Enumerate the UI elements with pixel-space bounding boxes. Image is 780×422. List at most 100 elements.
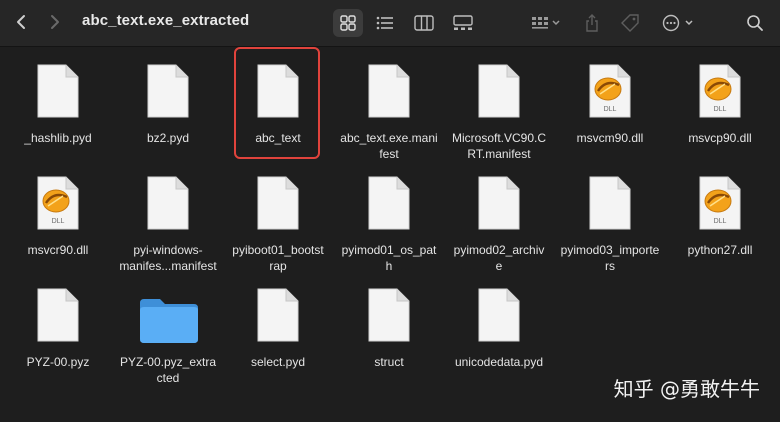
more-icon [662,14,693,32]
file-item[interactable]: PYZ-00.pyz_extra cted [112,271,224,385]
gallery-icon [453,15,473,30]
file-name-label: python27.dll [687,243,753,257]
svg-text:DLL: DLL [714,218,727,225]
action-menu-button[interactable] [661,9,697,37]
file-icon-container [248,175,308,239]
file-icon-container [138,63,198,127]
folder-icon [140,299,198,343]
toolbar: abc_text.exe_extracted [0,0,780,47]
file-name-label: PYZ-00.pyz_extra cted [119,355,217,385]
file-item[interactable]: abc_text [222,47,334,159]
grid-icon [340,15,356,31]
file-item[interactable]: struct [333,271,445,383]
file-icon-container: DLL [28,175,88,239]
share-icon [586,14,598,32]
watermark: 知乎 @勇敢牛牛 [613,377,760,401]
document-icon [368,288,410,342]
file-item[interactable]: DLL msvcm90.dll [554,47,666,159]
tag-button[interactable] [617,9,643,37]
document-icon [368,176,410,230]
file-item[interactable]: pyimod01_os_pat h [333,159,445,273]
dll-file-icon: DLL [699,64,741,118]
gallery-view-button[interactable] [448,9,478,37]
file-grid: _hashlib.pyd bz2.pyd abc_text abc_text.e… [0,47,780,422]
document-icon [257,64,299,118]
dll-file-icon: DLL [699,176,741,230]
file-item[interactable]: Microsoft.VC90.C RT.manifest [443,47,555,161]
file-icon-container [359,287,419,351]
file-item[interactable]: _hashlib.pyd [2,47,114,159]
file-item[interactable]: pyi-windows- manifes...manifest [112,159,224,273]
icon-view-button[interactable] [333,9,363,37]
finder-window: abc_text.exe_extracted _hashlib.pyd bz2.… [0,0,780,422]
file-item[interactable]: abc_text.exe.mani fest [333,47,445,161]
file-name-label: select.pyd [250,355,306,369]
file-name-label: _hashlib.pyd [24,131,92,145]
list-view-button[interactable] [370,9,400,37]
file-icon-container: DLL [580,63,640,127]
document-icon [368,64,410,118]
file-item[interactable]: select.pyd [222,271,334,383]
columns-icon [414,15,434,31]
chevron-left-icon [17,15,25,29]
document-icon [478,64,520,118]
dll-file-icon: DLL [589,64,631,118]
file-name-label: unicodedata.pyd [454,355,544,369]
file-item[interactable]: pyimod02_archiv e [443,159,555,273]
chevron-right-icon [51,15,59,29]
file-icon-container: DLL [690,63,750,127]
document-icon [37,64,79,118]
file-icon-container [28,63,88,127]
file-item[interactable]: bz2.pyd [112,47,224,159]
document-icon [257,288,299,342]
file-icon-container [248,63,308,127]
file-item[interactable]: DLL python27.dll [664,159,776,271]
file-icon-container [248,287,308,351]
forward-button[interactable] [42,10,66,34]
file-name-label: pyimod01_os_pat h [341,243,437,273]
svg-text:DLL: DLL [604,106,617,113]
file-item[interactable]: unicodedata.pyd [443,271,555,383]
dll-file-icon: DLL [37,176,79,230]
file-icon-container [359,63,419,127]
file-name-label: pyiboot01_bootst rap [232,243,324,273]
back-button[interactable] [10,10,34,34]
file-icon-container [359,175,419,239]
group-icon [532,17,560,29]
file-name-label: pyi-windows- manifes...manifest [119,243,217,273]
document-icon [589,176,631,230]
file-icon-container [580,175,640,239]
file-item[interactable]: DLL msvcr90.dll [2,159,114,271]
file-item[interactable]: PYZ-00.pyz [2,271,114,383]
document-icon [478,288,520,342]
svg-text:DLL: DLL [714,106,727,113]
file-icon-container [28,287,88,351]
file-item[interactable]: pyiboot01_bootst rap [222,159,334,273]
file-icon-container [138,175,198,239]
document-icon [147,64,189,118]
group-by-button[interactable] [527,9,565,37]
file-name-label: msvcr90.dll [27,243,89,257]
file-icon-container: DLL [690,175,750,239]
file-name-label: abc_text [255,131,301,145]
file-icon-container [469,287,529,351]
search-icon [747,15,763,31]
document-icon [147,176,189,230]
share-button[interactable] [580,9,604,37]
file-name-label: pyimod02_archiv e [453,243,545,273]
file-name-label: bz2.pyd [146,131,190,145]
file-icon-container [469,175,529,239]
document-icon [257,176,299,230]
file-name-label: struct [374,355,404,369]
file-item[interactable]: DLL msvcp90.dll [664,47,776,159]
file-name-label: Microsoft.VC90.C RT.manifest [451,131,547,161]
document-icon [37,288,79,342]
tag-icon [621,14,639,32]
file-name-label: msvcm90.dll [576,131,644,145]
file-item[interactable]: pyimod03_importe rs [554,159,666,273]
search-button[interactable] [742,9,768,37]
document-icon [478,176,520,230]
file-icon-container [469,63,529,127]
column-view-button[interactable] [409,9,439,37]
file-name-label: PYZ-00.pyz [26,355,90,369]
